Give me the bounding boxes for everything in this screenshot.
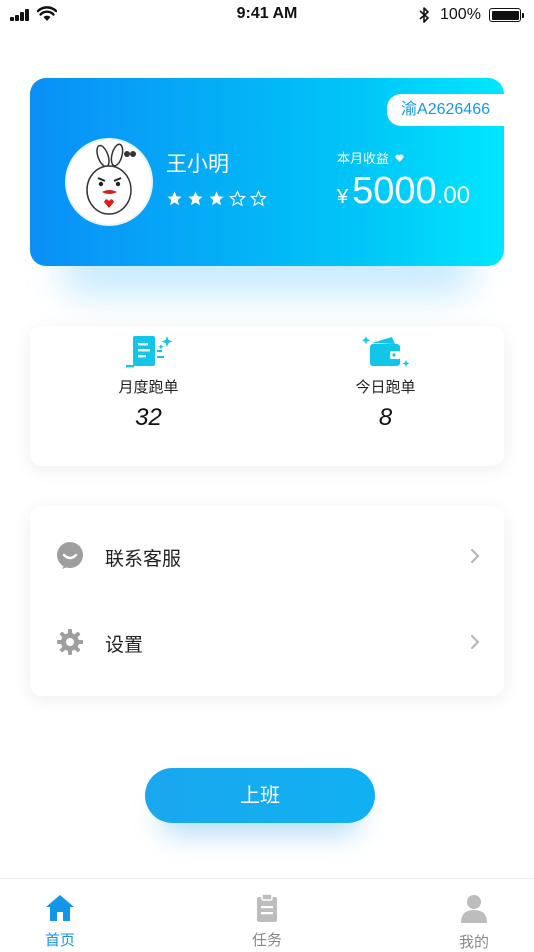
- menu-item-settings[interactable]: 设置: [30, 604, 504, 684]
- profile-card[interactable]: 渝A2626466 王小明 本月收益 ¥ 5000 .00: [30, 78, 504, 266]
- start-work-button[interactable]: 上班: [145, 768, 375, 823]
- chevron-right-icon: [471, 549, 480, 563]
- earnings-toggle[interactable]: 本月收益: [337, 148, 404, 167]
- avatar[interactable]: [65, 138, 153, 226]
- stat-label: 月度跑单: [118, 378, 179, 396]
- menu-item-label: 联系客服: [105, 548, 182, 570]
- stat-label: 今日跑单: [355, 378, 416, 396]
- earnings-currency: ¥: [337, 186, 349, 208]
- tab-label: 任务: [251, 931, 282, 949]
- monthly-orders-stat[interactable]: 月度跑单 32: [30, 326, 267, 466]
- customer-service-icon: [57, 542, 83, 569]
- menu-card: 联系客服 设置: [30, 506, 504, 696]
- stats-card: 月度跑单 32 今日跑单 8: [30, 326, 504, 466]
- tab-home[interactable]: 首页: [0, 879, 120, 951]
- tab-mine[interactable]: 我的: [414, 879, 534, 951]
- user-name: 王小明: [166, 152, 229, 176]
- heart-icon: [395, 153, 404, 162]
- stat-value: 8: [378, 404, 393, 431]
- tab-label: 我的: [458, 933, 489, 951]
- person-icon: [461, 895, 487, 923]
- star-empty-icon: [229, 190, 246, 207]
- menu-item-label: 设置: [105, 634, 144, 656]
- chevron-right-icon: [471, 635, 480, 649]
- license-plate-tag: 渝A2626466: [387, 94, 504, 126]
- clipboard-icon: [257, 893, 277, 922]
- tab-tasks[interactable]: 任务: [207, 879, 327, 951]
- battery-icon: [489, 8, 524, 22]
- earnings-decimal: .00: [436, 182, 471, 209]
- tab-label: 首页: [44, 931, 75, 949]
- star-filled-icon: [167, 191, 182, 206]
- earnings-label: 本月收益: [337, 152, 390, 167]
- star-filled-icon: [188, 191, 203, 206]
- tab-bar: 首页 任务 我的: [0, 878, 534, 951]
- menu-item-customer-service[interactable]: 联系客服: [30, 518, 504, 598]
- star-empty-icon: [250, 190, 267, 207]
- earnings-amount: ¥ 5000 .00: [337, 170, 470, 213]
- today-orders-stat[interactable]: 今日跑单 8: [267, 326, 504, 466]
- home-icon: [46, 895, 74, 921]
- battery-percent: 100%: [440, 6, 481, 23]
- document-list-icon: [125, 336, 172, 368]
- earnings-integer: 5000: [352, 170, 437, 212]
- stat-value: 32: [135, 404, 162, 431]
- star-filled-icon: [209, 191, 224, 206]
- bluetooth-icon: [419, 7, 429, 23]
- cartoon-rabbit-avatar: [86, 143, 136, 215]
- gear-icon: [57, 629, 83, 655]
- rating-stars: [166, 190, 267, 207]
- status-bar: 9:41 AM 100%: [0, 0, 534, 30]
- wallet-icon: [361, 336, 409, 367]
